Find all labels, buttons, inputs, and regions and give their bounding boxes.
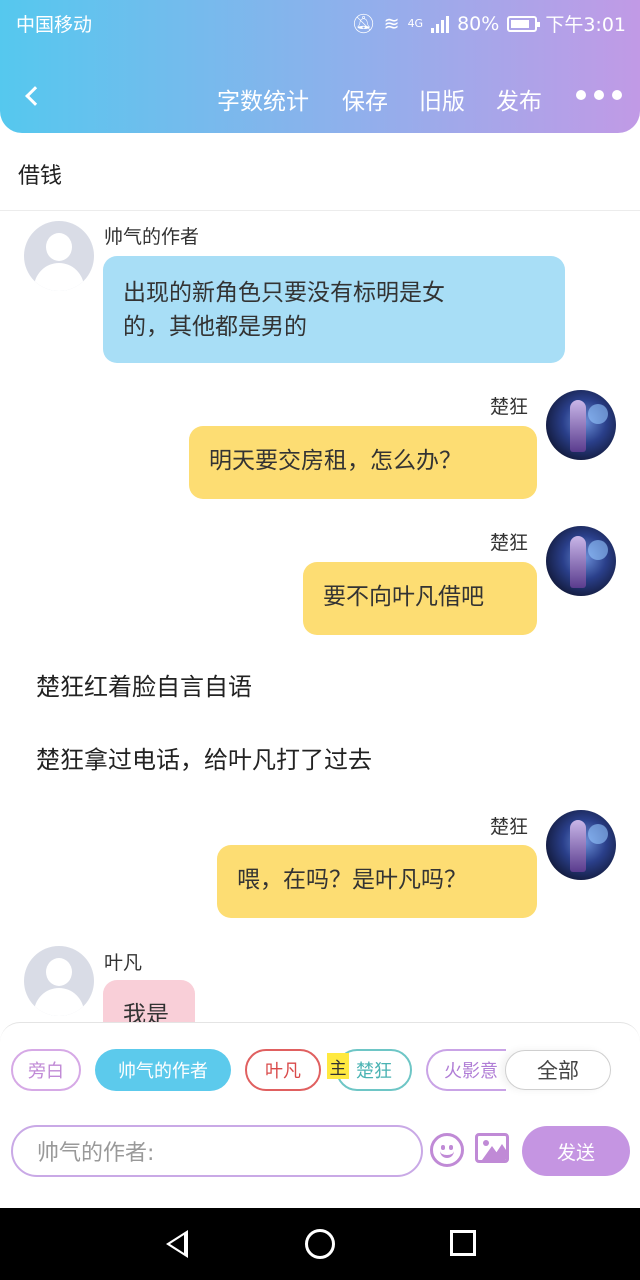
message-sender-name: 楚狂 xyxy=(490,396,529,418)
system-nav-bar xyxy=(0,1208,640,1280)
network-type-label: 4G xyxy=(407,17,424,30)
mute-icon: 🔕︎ xyxy=(351,13,376,35)
story-title-row[interactable]: 借钱 xyxy=(0,133,640,211)
more-options-icon[interactable] xyxy=(576,90,622,100)
message-input[interactable]: 帅气的作者: xyxy=(11,1125,423,1177)
signal-icon xyxy=(431,15,450,33)
chukuang-avatar[interactable] xyxy=(546,390,616,460)
role-chip-author[interactable]: 帅气的作者 xyxy=(95,1049,231,1091)
main-role-badge: 主 xyxy=(327,1053,349,1079)
author-avatar[interactable] xyxy=(24,221,94,291)
compose-panel: 旁白 帅气的作者 叶凡 楚狂 主 火影意 全部 帅气的作者: 发送 xyxy=(0,1022,640,1180)
story-title: 借钱 xyxy=(18,164,63,189)
role-chip-huoying[interactable]: 火影意 xyxy=(426,1049,506,1091)
status-icons: 🔕︎ ≋ 4G 80% 下午3:01 xyxy=(352,10,626,37)
publish-button[interactable]: 发布 xyxy=(496,82,542,116)
clock: 下午3:01 xyxy=(545,14,626,36)
back-button[interactable] xyxy=(20,76,50,116)
chukuang-avatar[interactable] xyxy=(546,526,616,596)
all-roles-button[interactable]: 全部 xyxy=(505,1050,611,1090)
message-bubble[interactable]: 明天要交房租，怎么办？ xyxy=(189,426,537,499)
emoji-icon[interactable] xyxy=(430,1133,464,1167)
message-bubble[interactable]: 我是 xyxy=(103,980,195,1022)
message-text: 我是 xyxy=(123,1002,169,1022)
wifi-icon: ≋ xyxy=(383,12,400,35)
message-text: 要不向叶凡借吧 xyxy=(323,584,484,610)
battery-percent: 80% xyxy=(457,12,500,35)
message-text: 明天要交房租，怎么办？ xyxy=(209,448,462,474)
carrier-label: 中国移动 xyxy=(16,14,93,36)
word-count-button[interactable]: 字数统计 xyxy=(217,82,309,116)
message-sender-name: 帅气的作者 xyxy=(104,226,200,248)
recents-square-icon[interactable] xyxy=(450,1230,476,1256)
message-bubble[interactable]: 出现的新角色只要没有标明是女 的，其他都是男的 xyxy=(103,256,565,363)
message-sender-name: 楚狂 xyxy=(490,532,529,554)
role-chip-aside[interactable]: 旁白 xyxy=(11,1049,81,1091)
message-text-line: 出现的新角色只要没有标明是女 xyxy=(123,280,445,306)
message-bubble[interactable]: 要不向叶凡借吧 xyxy=(303,562,537,635)
app-header: 中国移动 🔕︎ ≋ 4G 80% 下午3:01 字数统计 保存 旧版 发布 xyxy=(0,0,640,133)
narration-text[interactable]: 楚狂拿过电话，给叶凡打了过去 xyxy=(36,740,372,775)
yefan-avatar[interactable] xyxy=(24,946,94,1016)
old-version-button[interactable]: 旧版 xyxy=(419,82,465,116)
narration-text[interactable]: 楚狂红着脸自言自语 xyxy=(36,667,252,702)
save-button[interactable]: 保存 xyxy=(342,82,388,116)
send-button[interactable]: 发送 xyxy=(522,1126,630,1176)
chat-area[interactable]: 帅气的作者 出现的新角色只要没有标明是女 的，其他都是男的 楚狂 明天要交房租，… xyxy=(0,212,640,1022)
back-triangle-icon[interactable] xyxy=(166,1230,188,1258)
top-nav: 字数统计 保存 旧版 发布 xyxy=(0,70,640,122)
message-text: 喂，在吗？是叶凡吗？ xyxy=(237,867,467,893)
battery-icon xyxy=(507,15,541,32)
image-icon[interactable] xyxy=(475,1133,509,1163)
chukuang-avatar[interactable] xyxy=(546,810,616,880)
message-sender-name: 楚狂 xyxy=(490,816,529,838)
status-bar: 中国移动 🔕︎ ≋ 4G 80% 下午3:01 xyxy=(0,0,640,44)
chevron-left-icon xyxy=(25,86,45,106)
role-chip-yefan[interactable]: 叶凡 xyxy=(245,1049,321,1091)
message-bubble[interactable]: 喂，在吗？是叶凡吗？ xyxy=(217,845,537,918)
home-circle-icon[interactable] xyxy=(305,1229,335,1259)
message-sender-name: 叶凡 xyxy=(104,952,143,974)
message-text-line: 的，其他都是男的 xyxy=(123,314,307,340)
